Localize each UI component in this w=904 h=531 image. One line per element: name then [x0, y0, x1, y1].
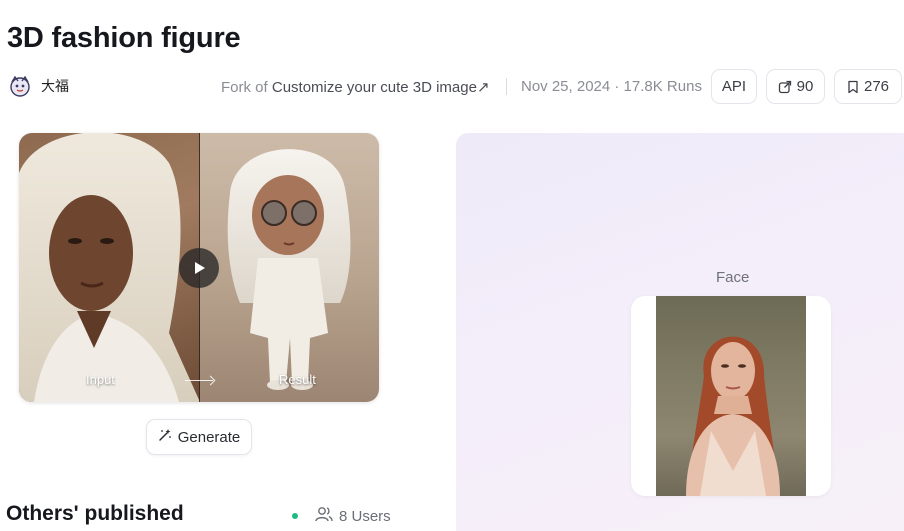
fork-source-link[interactable]: Customize your cute 3D image↗ — [272, 79, 490, 96]
magic-wand-icon — [158, 428, 172, 446]
generate-button[interactable]: Generate — [146, 419, 252, 455]
before-after-preview[interactable]: Input Result — [19, 133, 379, 402]
api-button[interactable]: API — [711, 69, 757, 104]
users-icon — [315, 506, 333, 526]
result-image — [200, 133, 379, 402]
share-count: 90 — [796, 78, 814, 95]
share-button[interactable]: 90 — [766, 69, 825, 104]
fork-info: Fork of Customize your cute 3D image↗ — [221, 78, 490, 96]
face-image[interactable] — [656, 296, 806, 496]
page-title: 3D fashion figure — [7, 22, 241, 54]
author-name[interactable]: 大福 — [41, 76, 69, 96]
bookmark-icon — [847, 80, 859, 94]
generate-label: Generate — [177, 428, 241, 446]
cartoon-avatar-icon — [8, 74, 32, 98]
meta-divider — [506, 78, 507, 95]
users-label: 8 Users — [339, 507, 391, 525]
others-published-heading: Others' published — [6, 502, 184, 525]
fork-prefix: Fork of — [221, 79, 268, 96]
input-label: Input — [86, 372, 115, 387]
author[interactable]: 大福 — [8, 74, 69, 98]
play-icon[interactable] — [179, 248, 219, 288]
bookmark-count: 276 — [863, 78, 890, 95]
users-count: 8 Users — [292, 506, 391, 526]
status-dot — [292, 513, 298, 519]
input-image — [19, 133, 200, 402]
share-icon — [778, 80, 792, 94]
date-runs: Nov 25, 2024 · 17.8K Runs — [521, 78, 702, 95]
external-link-icon: ↗ — [476, 79, 490, 96]
bookmark-button[interactable]: 276 — [834, 69, 902, 104]
api-button-label: API — [721, 78, 747, 95]
result-label: Result — [279, 372, 316, 387]
fork-source-link-text[interactable]: Customize your cute 3D image — [272, 79, 477, 96]
face-label: Face — [716, 269, 750, 286]
arrow-right-icon — [185, 380, 213, 381]
